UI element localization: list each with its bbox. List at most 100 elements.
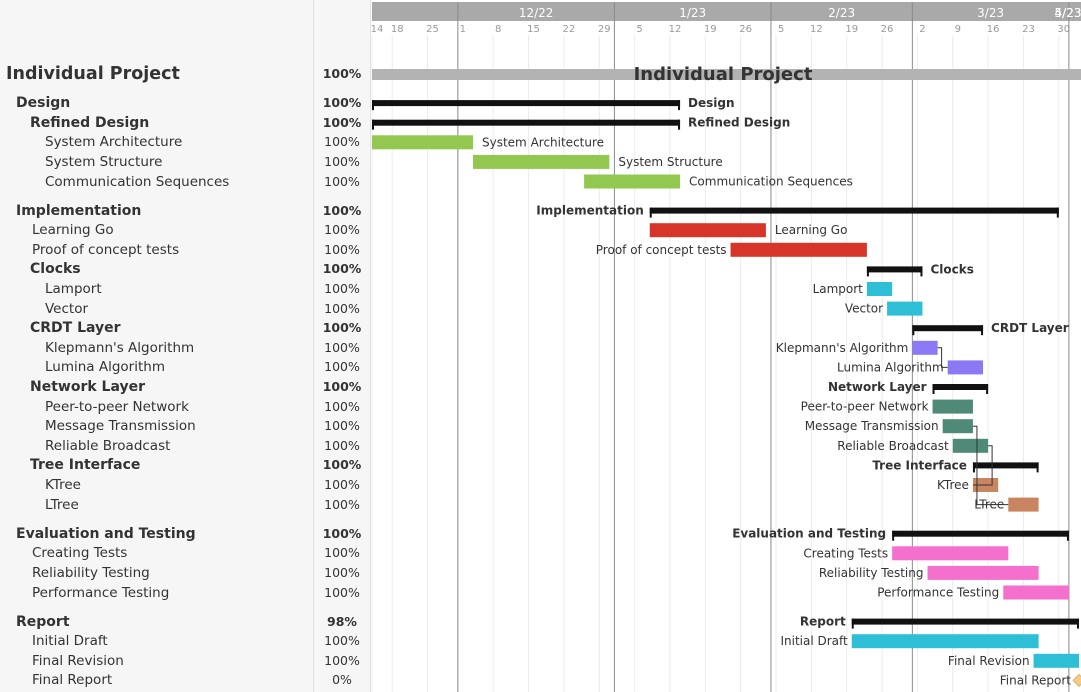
task-bar-klepmann-s-algorithm [912, 340, 938, 355]
summary-bar [972, 462, 1039, 469]
day-tick-label: 18 [391, 24, 404, 35]
bar-label-system-architecture: System Architecture [482, 135, 604, 149]
summary-bar-cap [649, 207, 652, 218]
summary-bar-cap [866, 266, 869, 277]
summary-bar-cap [372, 119, 374, 130]
bar-label-final-report: Final Report [1000, 673, 1072, 687]
task-bar-lumina-algorithm [947, 360, 984, 375]
day-tick-label: 5 [778, 24, 784, 35]
summary-bar-cap [678, 119, 681, 130]
bar-label-final-revision: Final Revision [948, 654, 1030, 668]
day-tick-label: 2 [919, 24, 925, 35]
day-header-band [372, 21, 1081, 35]
day-tick-label: 9 [955, 24, 961, 35]
task-bar-vector [887, 301, 923, 316]
bar-label-lamport: Lamport [813, 282, 864, 296]
month-tick-label: 2/23 [828, 6, 855, 20]
bar-label-crdt-layer: CRDT Layer [991, 321, 1069, 335]
task-bar-creating-tests [892, 546, 1009, 561]
summary-bar [892, 530, 1069, 537]
summary-bar-cap [972, 462, 975, 473]
bar-label-design: Design [688, 96, 735, 110]
day-tick-label: 23 [1022, 24, 1035, 35]
day-tick-label: 29 [598, 24, 611, 35]
task-bar-reliable-broadcast [952, 438, 989, 453]
day-tick-label: 19 [845, 24, 858, 35]
day-tick-label: 25 [426, 24, 439, 35]
bar-label-refined-design: Refined Design [688, 116, 790, 130]
day-tick-label: 26 [881, 24, 894, 35]
bar-label-evaluation-and-testing: Evaluation and Testing [732, 527, 886, 541]
summary-bar-cap [372, 100, 374, 111]
task-bar-final-revision [1033, 653, 1079, 668]
summary-bar-cap [1077, 618, 1079, 629]
month-header-band [372, 2, 1081, 21]
task-bar-communication-sequences [584, 174, 681, 189]
bar-label-message-transmission: Message Transmission [805, 419, 939, 433]
summary-bar [912, 325, 984, 332]
task-bar-learning-go [649, 223, 766, 238]
month-tick-label: 1/23 [679, 6, 706, 20]
day-tick-label: 22 [563, 24, 576, 35]
summary-bar [372, 100, 681, 107]
bar-label-klepmann-s-algorithm: Klepmann's Algorithm [776, 341, 909, 355]
summary-bar-cap [1036, 462, 1039, 473]
bar-label-network-layer: Network Layer [828, 380, 927, 394]
bar-label-performance-testing: Performance Testing [877, 586, 999, 600]
day-tick-label: 14 [371, 24, 384, 35]
summary-bar-cap [851, 618, 854, 629]
summary-bar-cap [981, 325, 984, 336]
month-tick-label: 3/23 [977, 6, 1004, 20]
task-bar-system-structure [473, 154, 610, 169]
day-tick-label: 16 [987, 24, 1000, 35]
bar-label-lumina-algorithm: Lumina Algorithm [837, 360, 944, 374]
day-tick-label: 26 [739, 24, 752, 35]
bar-label-reliability-testing: Reliability Testing [819, 566, 924, 580]
bar-label-communication-sequences: Communication Sequences [689, 175, 853, 189]
month-tick-label: 12/22 [519, 6, 554, 20]
day-tick-label: 30 [1057, 24, 1070, 35]
summary-bar-cap [912, 325, 915, 336]
day-tick-label: 12 [669, 24, 682, 35]
bar-label-report: Report [800, 615, 846, 629]
bar-label-creating-tests: Creating Tests [803, 546, 888, 560]
summary-bar-cap [1066, 530, 1069, 541]
bar-label-clocks: Clocks [930, 262, 973, 276]
summary-bar-cap [986, 384, 989, 394]
task-bar-reliability-testing [927, 565, 1039, 580]
summary-bar [932, 384, 989, 390]
summary-bar [851, 618, 1079, 625]
summary-bar [866, 266, 923, 273]
task-bar-ltree [1008, 497, 1039, 512]
task-bar-message-transmission [942, 419, 973, 434]
summary-bar-cap [932, 384, 935, 394]
bar-label-learning-go: Learning Go [775, 223, 848, 237]
bar-label-implementation: Implementation [536, 204, 643, 218]
bar-label-system-structure: System Structure [618, 155, 722, 169]
day-tick-label: 15 [527, 24, 540, 35]
day-tick-label: 8 [495, 24, 501, 35]
task-bar-lamport [866, 282, 893, 296]
summary-bar-cap [892, 530, 895, 541]
bar-label-ktree: KTree [937, 478, 969, 492]
bar-label-tree-interface: Tree Interface [872, 458, 967, 472]
summary-bar-cap [678, 100, 681, 111]
milestone-diamond [1072, 673, 1081, 688]
task-bar-initial-draft [851, 634, 1039, 649]
summary-bar [372, 119, 681, 126]
bar-label-reliable-broadcast: Reliable Broadcast [837, 439, 949, 453]
project-bar-label: Individual Project [634, 64, 813, 85]
summary-bar [649, 207, 1059, 214]
bar-label-vector: Vector [845, 302, 883, 316]
bar-label-proof-of-concept-tests: Proof of concept tests [596, 243, 727, 257]
bar-label-initial-draft: Initial Draft [780, 634, 848, 648]
summary-bar-cap [920, 266, 923, 277]
day-tick-label: 1 [460, 24, 466, 35]
task-bar-proof-of-concept-tests [730, 242, 867, 257]
summary-bar-cap [1056, 207, 1059, 218]
day-tick-label: 19 [704, 24, 717, 35]
task-bar-peer-to-peer-network [932, 399, 973, 414]
day-tick-label: 5 [636, 24, 642, 35]
task-bar-performance-testing [1003, 585, 1069, 600]
gantt-chart: 14 18 25 1 8 15 22 29 5 12 19 26 5 12 19 26 2 9 16 23 3012/2… [371, 2, 1081, 692]
